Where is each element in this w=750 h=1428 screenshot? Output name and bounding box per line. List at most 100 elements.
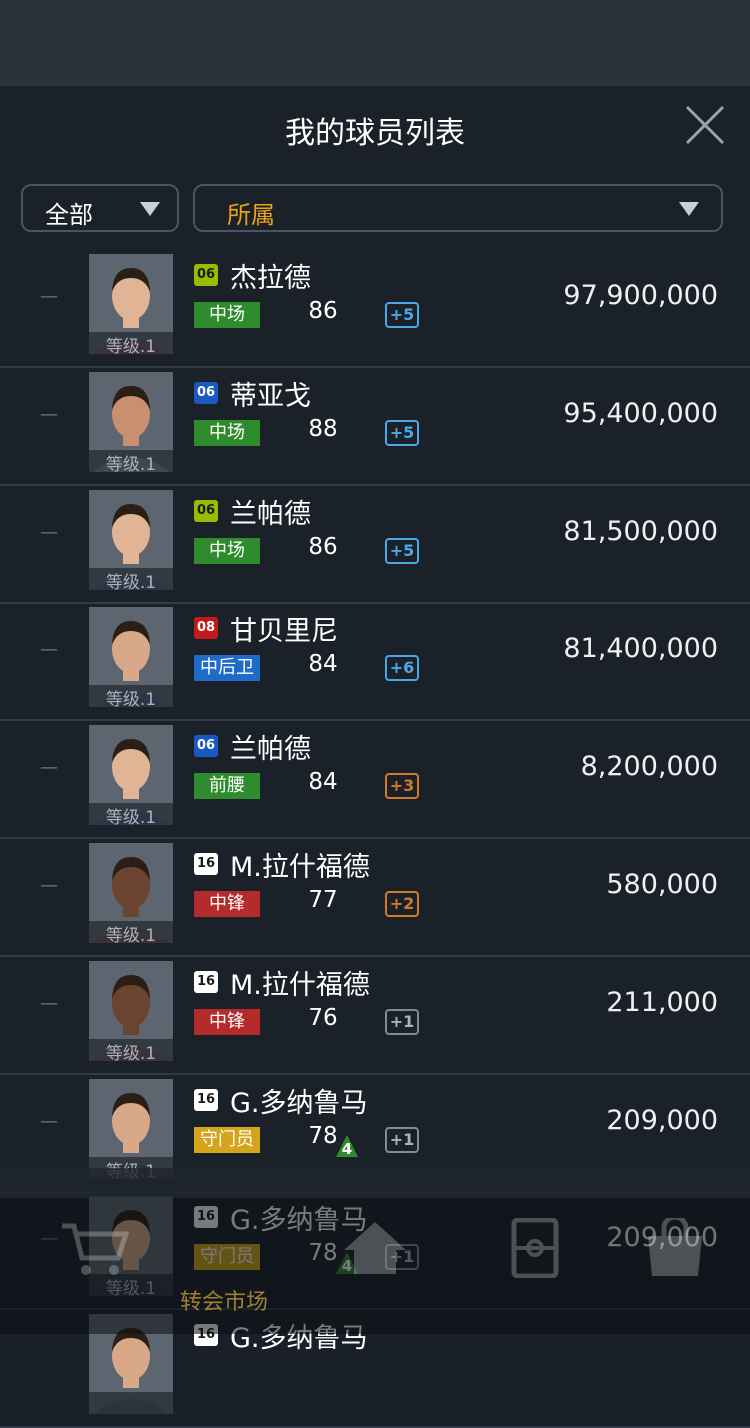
player-portrait: 等级.1 [89,843,173,943]
row-divider [0,1072,750,1075]
home-icon [344,1222,406,1274]
player-rating: 84 [308,769,338,796]
position-badge: 中锋 [194,891,260,917]
bottom-nav [0,1168,750,1334]
position-badge: 中场 [194,302,260,328]
enhance-badge: +6 [385,655,419,682]
season-badge: 06 [194,264,218,286]
player-rating: 86 [308,298,338,324]
nav-active-label: 转会市场 [180,1290,269,1315]
enhance-badge: +5 [385,419,419,446]
position-badge: 守门员 [194,1126,260,1153]
player-price: 81,400,000 [563,633,718,665]
season-badge: 06 [194,735,218,758]
player-row[interactable]: — 等级.1 16 M.拉什福德 中锋 77 +2 580,000 [0,841,750,957]
player-name: M.拉什福德 [230,969,370,1001]
nav-item-lineup[interactable] [460,1218,610,1318]
position-badge: 中后卫 [194,655,260,682]
enhance-badge: +2 [385,891,419,917]
row-divider [0,719,750,722]
player-price: 97,900,000 [563,280,718,311]
player-name: 杰拉德 [230,263,311,294]
season-badge: 16 [194,853,218,875]
player-price: 81,500,000 [563,515,718,547]
close-button[interactable] [684,104,726,146]
bag-icon [648,1218,702,1276]
season-badge: 06 [194,381,218,404]
player-portrait: 等级.1 [89,1078,173,1179]
bottom-nav-strip [0,1168,750,1198]
cart-icon [62,1223,130,1275]
category-filter-label: 全部 [45,201,93,229]
player-level: 等级.1 [89,803,173,826]
player-row[interactable]: — 等级.1 06 杰拉德中场 86 +5 97,900,000 [0,252,750,368]
player-portrait: 等级.1 [89,489,173,590]
position-badge: 中场 [194,419,260,446]
row-divider [0,601,750,604]
player-name: 甘贝里尼 [230,616,338,648]
season-badge: 08 [194,617,218,640]
player-row[interactable]: — 等级.1 16 M.拉什福德 中锋 76 +1 211,000 [0,959,750,1075]
row-divider [0,366,750,368]
nav-item-market[interactable] [20,1218,170,1318]
row-divider [0,837,750,840]
player-row[interactable]: — 等级.1 06 蒂亚戈中场 88 +5 95,400,000 [0,370,750,486]
player-row[interactable]: — 等级.1 06 兰帕德 前腰 84 +3 8,200,000 [0,723,750,840]
enhance-badge: +5 [385,302,419,328]
row-dash: — [40,1110,58,1132]
player-portrait: 等级.1 [89,254,173,354]
row-dash: — [40,286,58,307]
player-rating: 88 [308,415,338,442]
position-badge: 中场 [194,537,260,564]
player-name: M.拉什福德 [230,852,370,883]
nav-item-shop[interactable] [600,1218,750,1318]
player-name: 兰帕德 [230,734,311,766]
player-row[interactable]: — 等级.1 06 兰帕德 中场 86 +5 81,500,000 [0,488,750,604]
row-dash: — [40,521,58,543]
close-icon [685,105,725,145]
player-level: 等级.1 [89,567,173,590]
enhance-badge: +3 [385,773,419,800]
player-price: 209,000 [606,1104,718,1136]
player-portrait: 等级.1 [89,607,173,708]
row-dash: — [40,992,58,1014]
player-price: 580,000 [606,869,718,900]
row-dash: — [40,639,58,661]
page-title: 我的球员列表 [285,116,465,151]
player-level: 等级.1 [89,685,173,708]
season-badge: 06 [194,499,218,522]
player-rating: 76 [308,1004,338,1031]
category-filter-dropdown[interactable]: 全部 [21,184,179,232]
player-level: 等级.1 [89,1038,173,1061]
row-divider [0,483,750,486]
position-badge: 中锋 [194,1008,260,1035]
season-badge: 16 [194,970,218,993]
player-row[interactable]: — 等级.1 08 甘贝里尼中后卫 84 +6 81,400,000 [0,605,750,722]
player-portrait: 等级.1 [89,725,173,826]
pitch-icon [511,1218,559,1278]
player-rating: 84 [308,651,338,678]
ownership-filter-label: 所属 [227,201,275,229]
player-price: 95,400,000 [563,397,718,429]
upgrade-count: 4 [341,1139,353,1158]
player-level: 等级.1 [89,921,173,943]
player-name: 兰帕德 [230,498,311,530]
enhance-badge: +1 [385,1126,419,1153]
player-price: 211,000 [606,986,718,1018]
player-portrait: 等级.1 [89,371,173,472]
row-divider [0,955,750,957]
season-badge: 16 [194,1088,218,1111]
position-badge: 前腰 [194,773,260,800]
nav-item-home[interactable] [300,1218,450,1318]
chevron-down-icon [679,202,699,216]
row-dash: — [40,875,58,896]
ownership-filter-dropdown[interactable]: 所属 [193,184,723,232]
player-rating: 86 [308,533,338,560]
row-dash: — [40,403,58,425]
player-name: 蒂亚戈 [230,380,311,412]
player-name: G.多纳鲁马 [230,1087,368,1119]
chevron-down-icon [140,202,160,216]
player-portrait: 等级.1 [89,960,173,1061]
player-level: 等级.1 [89,332,173,354]
row-dash: — [40,757,58,779]
